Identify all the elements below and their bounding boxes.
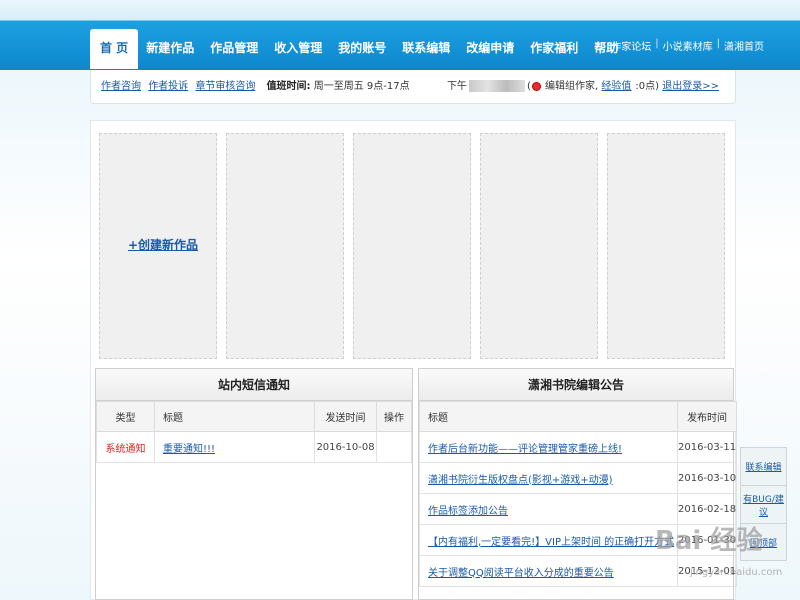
table-row: 作者后台新功能——评论管理管家重磅上线! 2016-03-11: [419, 431, 738, 463]
message-action: [376, 431, 412, 463]
announcement-link[interactable]: 【内有福利,一定要看完!】VIP上架时间 的正确打开方式: [428, 537, 674, 548]
main-nav: 首 页 新建作品 作品管理 收入管理 我的账号 联系编辑 改编申请 作家福利 帮…: [90, 29, 626, 69]
work-slot[interactable]: +创建新作品: [99, 133, 217, 359]
work-slot: [480, 133, 598, 359]
work-slots: +创建新作品: [99, 133, 725, 359]
announcement-date: 2016-01-30: [676, 524, 738, 556]
floating-side-tabs: 联系编辑 有BUG/建议 回顶部: [740, 447, 787, 561]
announcement-link[interactable]: 作者后台新功能——评论管理管家重磅上线!: [428, 444, 622, 455]
hours-value: 周一至周五 9点-17点: [313, 81, 410, 92]
table-row: 潇湘书院衍生版权盘点(影视+游戏+动漫) 2016-03-10: [419, 462, 738, 494]
link-material-library[interactable]: 小说素材库: [663, 38, 713, 53]
message-title-link[interactable]: 重要通知!!!: [163, 444, 215, 455]
work-slot: [607, 133, 725, 359]
announcement-date: 2016-03-11: [676, 431, 738, 463]
info-bar: 作者咨询 作者投诉 章节审核咨询 值班时间: 周一至周五 9点-17点 下午( …: [90, 70, 736, 104]
exp-value: :0点): [635, 81, 660, 92]
level-badge-icon: [531, 81, 541, 91]
link-author-consult[interactable]: 作者咨询: [101, 81, 141, 92]
exp-link[interactable]: 经验值: [601, 81, 631, 92]
announcement-cell: 作品标签添加公告: [419, 493, 678, 525]
link-chapter-review[interactable]: 章节审核咨询: [195, 81, 255, 92]
col-action: 操作: [376, 401, 412, 432]
table-row: 【内有福利,一定要看完!】VIP上架时间 的正确打开方式 2016-01-30: [419, 524, 738, 556]
nav-contact-editor[interactable]: 联系编辑: [394, 29, 458, 69]
link-forum[interactable]: 作家论坛: [611, 38, 651, 53]
announcements-panel: 潇湘书院编辑公告 标题 发布时间 作者后台新功能——评论管理管家重磅上线! 20…: [418, 368, 738, 600]
nav-adaptation[interactable]: 改编申请: [458, 29, 522, 69]
announcement-link[interactable]: 作品标签添加公告: [428, 506, 508, 517]
messages-table: 类型 标题 发送时间 操作 系统通知 重要通知!!! 2016-10-08: [96, 401, 412, 463]
work-slot: [226, 133, 344, 359]
col-title: 标题: [154, 401, 315, 432]
table-row: 关于调整QQ阅读平台收入分成的重要公告 2015-12-01: [419, 555, 738, 587]
announcement-cell: 关于调整QQ阅读平台收入分成的重要公告: [419, 555, 678, 587]
announcements-table: 标题 发布时间 作者后台新功能——评论管理管家重磅上线! 2016-03-11 …: [419, 401, 738, 587]
greeting: 下午: [446, 81, 467, 92]
nav-account[interactable]: 我的账号: [330, 29, 394, 69]
message-type: 系统通知: [96, 431, 155, 463]
hours-label: 值班时间:: [266, 81, 311, 92]
top-header: 首 页 新建作品 作品管理 收入管理 我的账号 联系编辑 改编申请 作家福利 帮…: [0, 0, 800, 70]
nav-new-work[interactable]: 新建作品: [138, 29, 202, 69]
blurred-username: [468, 80, 525, 92]
side-contact-editor[interactable]: 联系编辑: [740, 447, 787, 485]
announcements-panel-title: 潇湘书院编辑公告: [419, 369, 733, 401]
link-author-complaint[interactable]: 作者投诉: [148, 81, 188, 92]
announcement-cell: 【内有福利,一定要看完!】VIP上架时间 的正确打开方式: [419, 524, 678, 556]
create-work-link[interactable]: +创建新作品: [128, 236, 198, 253]
logout-link[interactable]: 退出登录>>: [662, 81, 719, 92]
divider: |: [716, 38, 720, 49]
role-text: 编辑组作家,: [545, 81, 599, 92]
announcement-date: 2016-03-10: [676, 462, 738, 494]
col-time: 发送时间: [314, 401, 377, 432]
message-title-cell: 重要通知!!!: [154, 431, 315, 463]
announcement-cell: 作者后台新功能——评论管理管家重磅上线!: [419, 431, 678, 463]
announcement-date: 2016-02-18: [676, 493, 738, 525]
announcement-date: 2015-12-01: [676, 555, 738, 587]
side-back-to-top[interactable]: 回顶部: [740, 523, 787, 561]
work-slot: [353, 133, 471, 359]
col-date: 发布时间: [676, 401, 738, 432]
nav-income[interactable]: 收入管理: [266, 29, 330, 69]
col-title: 标题: [419, 401, 678, 432]
table-header-row: 类型 标题 发送时间 操作: [96, 401, 412, 432]
announcement-cell: 潇湘书院衍生版权盘点(影视+游戏+动漫): [419, 462, 678, 494]
user-info: 下午( 编辑组作家, 经验值:0点) 退出登录>>: [446, 80, 719, 92]
top-links: 作家论坛 | 小说素材库 | 潇湘首页: [611, 38, 764, 53]
table-row: 系统通知 重要通知!!! 2016-10-08: [96, 431, 412, 463]
announcement-link[interactable]: 潇湘书院衍生版权盘点(影视+游戏+动漫): [428, 475, 613, 486]
message-time: 2016-10-08: [314, 431, 377, 463]
link-site-home[interactable]: 潇湘首页: [724, 38, 764, 53]
table-header-row: 标题 发布时间: [419, 401, 738, 432]
nav-work-manage[interactable]: 作品管理: [202, 29, 266, 69]
announcement-link[interactable]: 关于调整QQ阅读平台收入分成的重要公告: [428, 568, 614, 579]
divider: |: [655, 38, 659, 49]
col-type: 类型: [96, 401, 155, 432]
nav-home[interactable]: 首 页: [90, 29, 139, 69]
messages-panel: 站内短信通知 类型 标题 发送时间 操作 系统通知 重要通知!!! 2016-1…: [95, 368, 413, 600]
messages-panel-title: 站内短信通知: [96, 369, 412, 401]
table-row: 作品标签添加公告 2016-02-18: [419, 493, 738, 525]
nav-welfare[interactable]: 作家福利: [522, 29, 586, 69]
side-bug-report[interactable]: 有BUG/建议: [740, 485, 787, 523]
